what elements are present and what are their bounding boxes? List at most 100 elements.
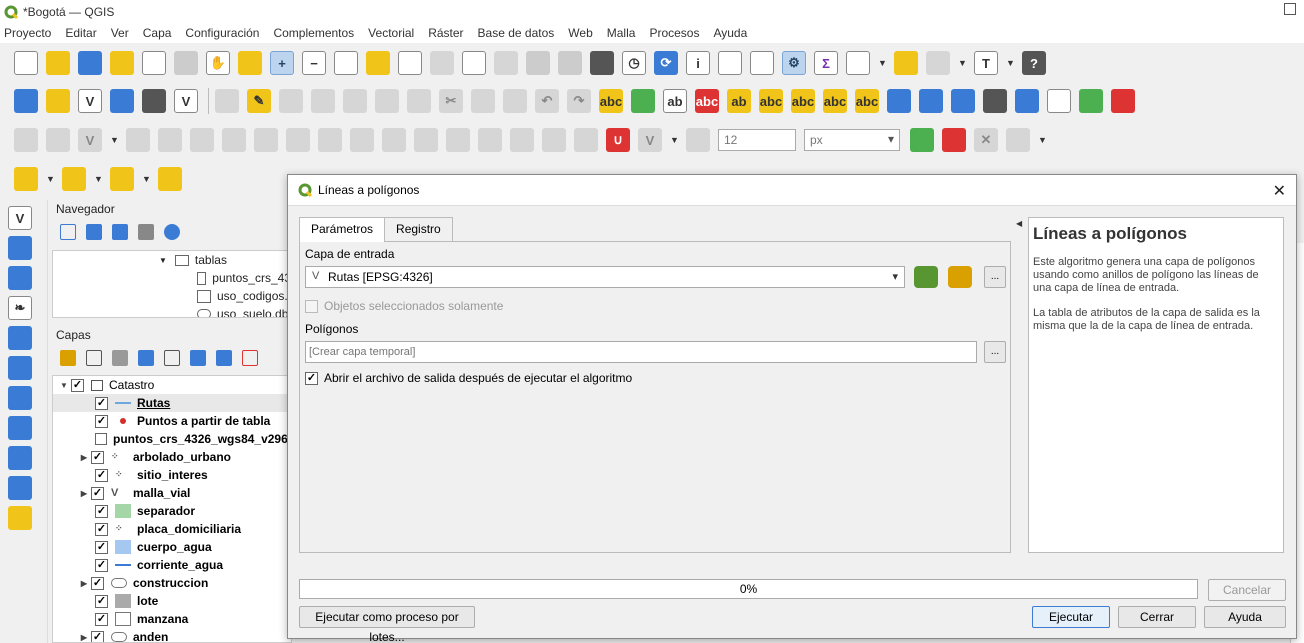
chevron-down-icon[interactable]: ▼ [958, 58, 968, 68]
move-label-icon[interactable]: abc [759, 89, 783, 113]
chevron-down-icon[interactable]: ▼ [878, 58, 888, 68]
layer-checkbox[interactable]: ✓ [91, 630, 104, 642]
add-delimited-text-icon[interactable]: ❧ [8, 296, 32, 320]
add-group-icon[interactable] [86, 350, 102, 366]
filter-icon[interactable] [112, 224, 128, 240]
reproject-icon[interactable] [1111, 89, 1135, 113]
python-console-icon[interactable] [951, 89, 975, 113]
zoom-in-icon[interactable]: + [270, 51, 294, 75]
paste-features-icon[interactable] [503, 89, 527, 113]
select-features-icon[interactable] [926, 51, 950, 75]
delete-ring-icon[interactable] [382, 128, 406, 152]
add-vector-layer-icon[interactable]: V [78, 89, 102, 113]
clock-plugin-icon[interactable] [983, 89, 1007, 113]
add-postgis-icon[interactable] [8, 386, 32, 410]
intersection-snapping-icon[interactable]: ✕ [974, 128, 998, 152]
chevron-down-icon[interactable]: ▼ [94, 174, 104, 184]
filter-legend-icon[interactable] [138, 350, 154, 366]
selected-only-checkbox[interactable]: Objetos seleccionados solamente [305, 299, 503, 313]
layer-checkbox[interactable]: ✓ [71, 378, 84, 392]
select-by-expression-icon[interactable] [62, 167, 86, 191]
add-vector-tile-icon[interactable] [8, 506, 32, 530]
undo-icon[interactable]: ↶ [535, 89, 559, 113]
add-raster-layer-icon[interactable] [8, 236, 32, 260]
data-source-manager-icon[interactable] [14, 89, 38, 113]
output-browse-button[interactable]: ... [984, 341, 1006, 363]
network-plugin-icon[interactable] [1015, 89, 1039, 113]
layer-checkbox[interactable]: ✓ [95, 558, 108, 572]
layer-checkbox[interactable]: ✓ [95, 396, 108, 410]
refresh-icon[interactable] [86, 224, 102, 240]
zoom-out-icon[interactable]: − [302, 51, 326, 75]
map-tips-icon[interactable] [894, 51, 918, 75]
chevron-down-icon[interactable]: ▼ [670, 135, 680, 145]
add-part-icon[interactable] [318, 128, 342, 152]
chevron-right-icon[interactable]: ▶ [77, 579, 91, 588]
layer-checkbox[interactable]: ✓ [95, 594, 108, 608]
self-snapping-icon[interactable] [942, 128, 966, 152]
layer-row[interactable]: ▶ ✓ V malla_vial [53, 484, 291, 502]
list-item[interactable]: uso_suelo.db [53, 305, 291, 317]
save-edits-icon[interactable] [279, 89, 303, 113]
chevron-down-icon[interactable]: ▼ [1038, 135, 1048, 145]
zoom-to-selection-icon[interactable] [366, 51, 390, 75]
label-properties-icon[interactable]: abc [855, 89, 879, 113]
pan-to-selection-icon[interactable] [238, 51, 262, 75]
pan-map-icon[interactable]: ✋ [206, 51, 230, 75]
zoom-last-icon[interactable] [462, 51, 486, 75]
add-wfs-icon[interactable] [8, 476, 32, 500]
add-wcs-icon[interactable] [8, 446, 32, 470]
refresh-plugin-icon[interactable] [1079, 89, 1103, 113]
restore-window-button[interactable] [1284, 3, 1296, 15]
layer-row[interactable]: ▶ ✓ ⁘ arbolado_urbano [53, 448, 291, 466]
merge-attributes-icon[interactable] [222, 128, 246, 152]
delete-selected-icon[interactable] [407, 89, 431, 113]
list-item[interactable]: uso_codigos. [53, 287, 291, 305]
save-project-icon[interactable] [78, 51, 102, 75]
menu-vectorial[interactable]: Vectorial [368, 26, 414, 40]
text-annotation-icon[interactable]: T [974, 51, 998, 75]
chevron-down-icon[interactable]: ▼ [142, 174, 152, 184]
menu-malla[interactable]: Malla [607, 26, 636, 40]
cancel-button[interactable]: Cancelar [1208, 579, 1286, 601]
bookmark-icon[interactable] [590, 51, 614, 75]
layer-row[interactable]: ✓ ⁘ placa_domiciliaria [53, 520, 291, 538]
layer-row[interactable]: ✓ lote [53, 592, 291, 610]
attribute-table-icon[interactable] [718, 51, 742, 75]
collapse-help-icon[interactable]: ◀ [1016, 219, 1022, 228]
help-button[interactable]: Ayuda [1204, 606, 1286, 628]
modify-attributes-icon[interactable] [375, 89, 399, 113]
menu-raster[interactable]: Ráster [428, 26, 463, 40]
merge-features-icon[interactable] [190, 128, 214, 152]
trim-extend-icon[interactable] [446, 128, 470, 152]
digitize-icon[interactable] [110, 89, 134, 113]
layer-row[interactable]: ✓ Puntos a partir de tabla [53, 412, 291, 430]
simplify-icon[interactable] [286, 128, 310, 152]
snapping-tolerance-spinbox[interactable]: 12 [718, 129, 796, 151]
refresh-icon[interactable]: ⟳ [654, 51, 678, 75]
manage-themes-icon[interactable] [112, 350, 128, 366]
filter-expression-icon[interactable] [164, 350, 180, 366]
collapse-all-icon[interactable] [216, 350, 232, 366]
deselect-all-icon[interactable] [110, 167, 134, 191]
layer-checkbox[interactable]: ✓ [95, 504, 108, 518]
chevron-right-icon[interactable]: ▶ [77, 633, 91, 642]
close-icon[interactable]: ✕ [1273, 181, 1286, 201]
pin-label-icon[interactable]: abc [695, 89, 719, 113]
chevron-down-icon[interactable]: ▼ [159, 256, 167, 265]
input-layer-select[interactable]: V Rutas [EPSG:4326] [305, 266, 905, 288]
field-calculator-icon[interactable] [750, 51, 774, 75]
layer-row[interactable]: ✓ separador [53, 502, 291, 520]
fill-ring-icon[interactable] [350, 128, 374, 152]
wms-layer-icon[interactable] [887, 89, 911, 113]
list-item[interactable]: puntos_crs_43 [53, 269, 291, 287]
list-item[interactable]: ▼ tablas [53, 251, 291, 269]
layer-checkbox[interactable]: ✓ [91, 450, 104, 464]
add-selected-layers-icon[interactable] [60, 224, 76, 240]
select-location-icon[interactable] [158, 167, 182, 191]
layer-checkbox[interactable]: ✓ [91, 576, 104, 590]
output-layer-field[interactable] [305, 341, 977, 363]
snapping-magnet-icon[interactable]: ∪ [606, 128, 630, 152]
layer-checkbox[interactable]: ✓ [95, 540, 108, 554]
close-button[interactable]: Cerrar [1118, 606, 1196, 628]
